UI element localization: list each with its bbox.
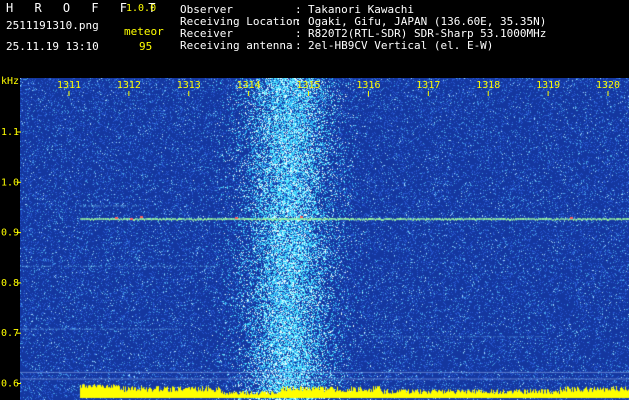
y-tick-label: 1.0 <box>1 177 19 188</box>
file-datetime: 25.11.19 13:10 <box>6 40 99 53</box>
y-tick-label: 0.8 <box>1 278 19 289</box>
info-sep-antenna: : <box>295 39 302 52</box>
detector-count: 95 <box>139 40 153 53</box>
waterfall-spectrogram[interactable] <box>20 78 629 400</box>
y-tick-label: 0.9 <box>1 228 19 239</box>
app-version: 1.0.0 <box>126 3 157 14</box>
file-name: 2511191310.png <box>6 19 99 32</box>
y-tick-label: 0.6 <box>1 379 19 390</box>
y-tick-label: 0.7 <box>1 328 19 339</box>
header-panel: H R O F F T 1.0.0 2511191310.png 25.11.1… <box>0 0 629 72</box>
info-key-antenna: Receiving antenna <box>180 39 293 52</box>
detector-label: meteor <box>124 25 164 38</box>
axis-unit-label: kHz <box>1 76 19 87</box>
y-tick-label: 1.1 <box>1 127 19 138</box>
info-value-antenna: 2el-HB9CV Vertical (el. E-W) <box>308 39 494 52</box>
